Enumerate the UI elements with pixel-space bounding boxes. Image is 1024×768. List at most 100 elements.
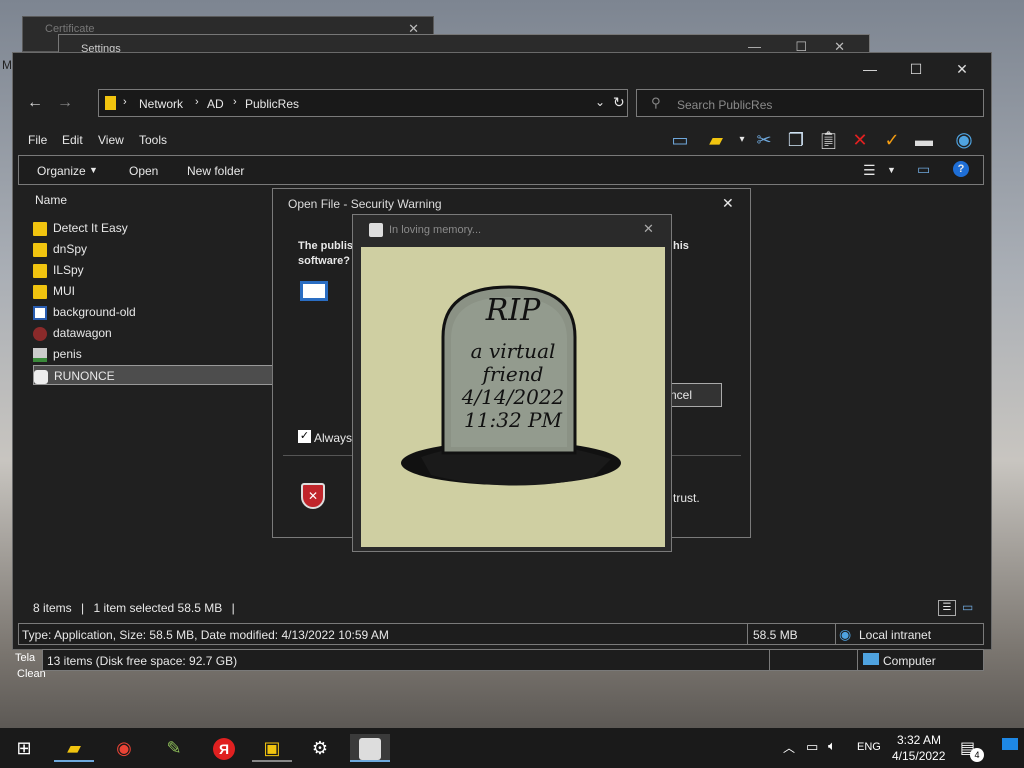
close-icon[interactable]: ✕ <box>643 221 654 237</box>
folder-icon <box>33 242 47 257</box>
taskbar: ⊞ ▰ ◉ ✎ Я ▣ ⚙ ︿ ▭ 🔈︎ ENG 3:32 AM 4/15/20… <box>0 728 1024 768</box>
volume-icon[interactable]: 🔈︎ <box>828 738 836 754</box>
trust-text: trust. <box>673 491 700 505</box>
file-explorer-icon[interactable]: ▰ <box>54 734 94 762</box>
warning-question-line2: software? <box>298 255 350 267</box>
rip-date: 4/14/2022 <box>461 385 565 409</box>
network-icon[interactable]: ▭ <box>806 739 818 755</box>
chevron-down-icon[interactable]: ▾ <box>731 129 753 151</box>
list-item[interactable]: background-old <box>33 302 278 322</box>
view-list-icon[interactable]: ☰ <box>863 162 876 179</box>
desktop-edge-m: M <box>2 58 12 72</box>
list-item-selected[interactable]: RUNONCE <box>33 365 278 385</box>
chevron-right-icon: › <box>195 96 199 108</box>
globe-icon[interactable]: ◉ <box>953 129 975 151</box>
properties-icon[interactable]: ▬ <box>913 129 935 151</box>
always-ask-label: Always <box>314 431 353 445</box>
memorial-window[interactable]: In loving memory... ✕ RIP a virtual frie… <box>352 214 672 552</box>
delete-icon[interactable]: ✕ <box>849 129 871 151</box>
search-box[interactable]: ⚲ Search PublicRes <box>636 89 984 117</box>
list-item[interactable]: penis <box>33 344 278 364</box>
rip-time: 11:32 PM <box>464 408 562 432</box>
shield-error-icon: ✕ <box>301 483 325 509</box>
language-indicator[interactable]: ENG <box>857 741 881 753</box>
file-details: Type: Application, Size: 58.5 MB, Date m… <box>22 628 389 642</box>
notification-count: 4 <box>970 748 984 762</box>
always-ask-checkbox[interactable]: ✓ <box>298 430 311 443</box>
maximize-button[interactable]: ☐ <box>893 57 939 81</box>
cut-icon[interactable]: ✂ <box>753 129 775 151</box>
folder-icon <box>33 263 47 278</box>
list-item[interactable]: ILSpy <box>33 260 278 280</box>
chrome-icon[interactable]: ◉ <box>104 734 144 762</box>
application-icon <box>300 281 328 301</box>
warning-question-end: his <box>673 240 689 252</box>
bunny-icon <box>34 369 48 384</box>
file-size: 58.5 MB <box>753 628 798 642</box>
chevron-down-icon[interactable]: ⌄ <box>595 95 605 109</box>
list-item[interactable]: datawagon <box>33 323 278 343</box>
show-desktop-button[interactable] <box>1002 738 1018 750</box>
search-placeholder[interactable]: Search PublicRes <box>677 98 772 112</box>
folder-options-icon[interactable]: ▰ <box>705 129 727 151</box>
windows-start-icon[interactable]: ⊞ <box>4 734 44 762</box>
preview-pane-icon[interactable]: ▭ <box>669 129 691 151</box>
paste-icon[interactable]: 📋︎ <box>817 129 840 151</box>
chevron-right-icon: › <box>233 96 237 108</box>
chevron-down-icon[interactable]: ▼ <box>887 165 896 175</box>
organize-button[interactable]: Organize <box>37 164 86 178</box>
command-bar: Organize ▼ Open New folder ☰ ▼ ▭ ? <box>18 155 984 185</box>
bunny-app-icon[interactable] <box>350 734 390 762</box>
clock-date[interactable]: 4/15/2022 <box>892 749 945 763</box>
rip-line1: a virtual <box>470 339 556 363</box>
chevron-up-icon[interactable]: ︿ <box>783 739 795 756</box>
forward-arrow-icon[interactable]: → <box>57 93 73 113</box>
folder-icon <box>33 221 47 236</box>
refresh-icon[interactable]: ↻ <box>613 94 625 111</box>
item-count-disk: 13 items (Disk free space: 92.7 GB) <box>47 654 238 668</box>
pane-icon[interactable]: ▭ <box>917 161 930 178</box>
list-item[interactable]: dnSpy <box>33 239 278 259</box>
breadcrumb-ad[interactable]: AD <box>207 97 224 111</box>
menu-view[interactable]: View <box>98 133 124 147</box>
globe-icon: ◉ <box>839 626 852 642</box>
back-arrow-icon[interactable]: ← <box>27 93 43 113</box>
document-icon <box>33 305 47 320</box>
details-bar-secondary: 13 items (Disk free space: 92.7 GB) Comp… <box>42 649 984 671</box>
minimize-button[interactable]: — <box>847 57 893 81</box>
close-button[interactable]: ✕ <box>939 57 985 81</box>
network-folder-icon[interactable]: ▣ <box>252 734 292 762</box>
checkmark-icon[interactable]: ✓ <box>881 129 903 151</box>
menu-edit[interactable]: Edit <box>62 133 83 147</box>
menu-tools[interactable]: Tools <box>139 133 167 147</box>
list-item[interactable]: Detect It Easy <box>33 218 278 238</box>
breadcrumb-publicres[interactable]: PublicRes <box>245 97 299 111</box>
app-icon <box>33 326 47 341</box>
details-view-icon[interactable]: ☰ <box>938 600 956 616</box>
tombstone-image: RIP a virtual friend 4/14/2022 11:32 PM <box>361 247 665 547</box>
column-header-name[interactable]: Name <box>35 193 67 207</box>
chevron-down-icon[interactable]: ▼ <box>89 165 98 175</box>
selection-info: 1 item selected 58.5 MB <box>93 601 223 615</box>
gear-icon[interactable]: ⚙ <box>300 734 340 762</box>
rip-line2: friend <box>482 362 544 386</box>
status-bar: 8 items | 1 item selected 58.5 MB | <box>33 601 235 615</box>
torrent-icon[interactable]: ✎ <box>154 734 194 762</box>
close-icon[interactable]: ✕ <box>722 195 734 212</box>
open-button[interactable]: Open <box>129 164 158 178</box>
desktop-edge-tela: Tela <box>15 652 36 664</box>
menu-file[interactable]: File <box>28 133 47 147</box>
tiles-view-icon[interactable]: ▭ <box>962 600 973 614</box>
copy-icon[interactable]: ❐ <box>785 129 807 151</box>
computer-icon <box>863 653 879 665</box>
new-folder-button[interactable]: New folder <box>187 164 244 178</box>
address-bar[interactable]: › Network › AD › PublicRes ⌄ ↻ <box>98 89 628 117</box>
chevron-right-icon: › <box>123 96 127 108</box>
help-icon[interactable]: ? <box>953 161 969 177</box>
clock-time[interactable]: 3:32 AM <box>897 733 941 747</box>
breadcrumb-network[interactable]: Network <box>139 97 183 111</box>
search-icon: ⚲ <box>651 95 661 110</box>
dialog-title: Open File - Security Warning <box>288 197 442 211</box>
list-item[interactable]: MUI <box>33 281 278 301</box>
yandex-icon[interactable]: Я <box>204 734 244 762</box>
